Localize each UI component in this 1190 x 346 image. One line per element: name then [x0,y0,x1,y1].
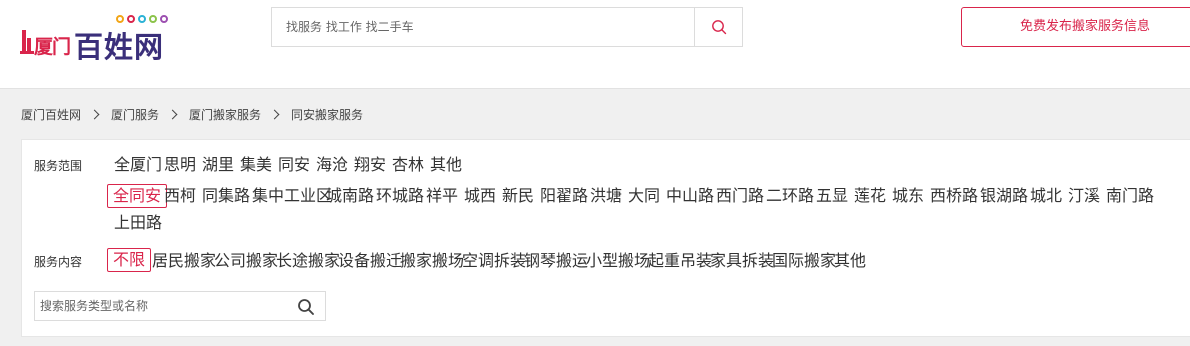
logo-dot [116,15,124,23]
filter-label-content: 服务内容 [34,255,83,269]
content-option-selected[interactable]: 不限 [107,248,152,272]
site-search-input[interactable] [272,8,696,46]
search-icon [711,20,726,35]
content-option[interactable]: 其他 [828,249,872,273]
logo-brand-name: 百姓网 [74,30,165,64]
logo-dot [127,15,135,23]
chevron-right-icon [89,109,100,119]
filter-search [34,291,326,321]
chevron-right-icon [269,109,280,119]
sub-area-option[interactable]: 南门路 [1100,184,1160,208]
site-search [271,7,743,47]
logo-dot [138,15,146,23]
site-header: 厦门 百姓网 免费发布搬家服务信息 [0,0,1190,89]
site-search-button[interactable] [694,8,742,46]
breadcrumb-item[interactable]: 厦门服务 [111,106,159,123]
search-icon[interactable] [297,298,315,316]
breadcrumb-item[interactable]: 厦门搬家服务 [189,106,261,123]
publish-listing-button[interactable]: 免费发布搬家服务信息 [961,7,1190,47]
filter-search-input[interactable] [35,292,285,320]
filter-label-area: 服务范围 [34,159,83,173]
logo-dots [116,8,171,23]
site-logo[interactable]: 厦门 百姓网 [20,8,200,64]
logo-dot [149,15,157,23]
logo-dot [160,15,168,23]
breadcrumb-item[interactable]: 厦门百姓网 [21,106,81,123]
chevron-right-icon [167,109,178,119]
breadcrumb-current: 同安搬家服务 [291,107,364,122]
logo-city-name: 厦门 [34,36,71,58]
district-option[interactable]: 其他 [424,153,468,177]
sub-area-option[interactable]: 上田路 [108,211,168,235]
city-skyline-icon [20,30,34,54]
breadcrumb: 厦门百姓网 厦门服务 厦门搬家服务 同安搬家服务 [21,104,363,124]
filter-panel: 服务范围 全厦门 思明 湖里 集美 同安 海沧 翔安 杏林 其他 全同安 西柯 … [21,139,1190,337]
